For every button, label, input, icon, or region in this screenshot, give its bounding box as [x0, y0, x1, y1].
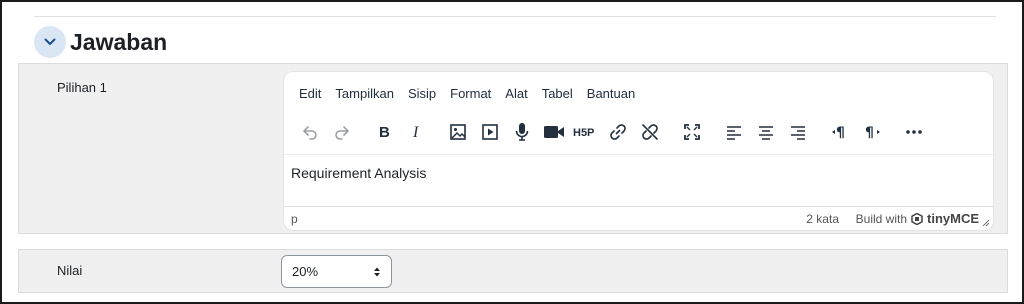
- choice-row: Pilihan 1 Edit Tampilkan Sisip Format Al…: [18, 63, 1008, 234]
- rtl-button[interactable]: ¶: [856, 118, 888, 146]
- menu-tools[interactable]: Alat: [498, 86, 534, 101]
- svg-text:B: B: [379, 124, 390, 141]
- more-horizontal-icon: [906, 130, 922, 134]
- align-right-icon: [791, 126, 805, 140]
- grade-row: Nilai 20%: [18, 249, 1008, 293]
- menu-table[interactable]: Tabel: [535, 86, 580, 101]
- element-path[interactable]: p: [291, 212, 298, 226]
- svg-text:¶: ¶: [836, 125, 845, 141]
- fullscreen-button[interactable]: [676, 118, 708, 146]
- italic-button[interactable]: I: [400, 118, 432, 146]
- align-left-icon: [727, 126, 741, 140]
- ltr-button[interactable]: ¶: [824, 118, 856, 146]
- insert-link-button[interactable]: [602, 118, 634, 146]
- grade-select[interactable]: 20%: [281, 255, 392, 288]
- video-camera-icon: [544, 126, 564, 138]
- svg-text:H5P: H5P: [573, 127, 594, 139]
- align-right-button[interactable]: [782, 118, 814, 146]
- editor-toolbar: B I H5P ¶ ¶: [294, 118, 930, 146]
- menu-edit[interactable]: Edit: [292, 86, 328, 101]
- align-center-icon: [759, 126, 773, 140]
- section-divider: [34, 16, 996, 17]
- section-title: Jawaban: [70, 28, 168, 55]
- collapse-section-button[interactable]: [34, 26, 66, 58]
- fullscreen-icon: [684, 124, 700, 140]
- h5p-button[interactable]: H5P: [570, 118, 602, 146]
- undo-button[interactable]: [294, 118, 326, 146]
- more-button[interactable]: [898, 118, 930, 146]
- resize-handle-icon[interactable]: [981, 218, 990, 227]
- image-icon: [450, 124, 466, 140]
- menu-format[interactable]: Format: [443, 86, 498, 101]
- bold-button[interactable]: B: [368, 118, 400, 146]
- editor-content-text[interactable]: Requirement Analysis: [291, 165, 426, 181]
- svg-text:I: I: [412, 124, 419, 141]
- menu-help[interactable]: Bantuan: [580, 86, 642, 101]
- tinymce-brand: tinyMCE: [927, 211, 979, 226]
- editor-content-area[interactable]: Requirement Analysis: [284, 154, 993, 208]
- insert-image-button[interactable]: [442, 118, 474, 146]
- italic-icon: I: [412, 124, 419, 141]
- editor-menubar: Edit Tampilkan Sisip Format Alat Tabel B…: [292, 86, 642, 101]
- section-header: Jawaban: [34, 24, 167, 60]
- select-updown-icon: [374, 267, 380, 277]
- rich-text-editor: Edit Tampilkan Sisip Format Alat Tabel B…: [283, 71, 994, 231]
- menu-view[interactable]: Tampilkan: [328, 86, 401, 101]
- menu-insert[interactable]: Sisip: [401, 86, 443, 101]
- tinymce-logo-icon: [911, 212, 923, 225]
- record-audio-button[interactable]: [506, 118, 538, 146]
- undo-icon: [303, 126, 317, 140]
- redo-button[interactable]: [326, 118, 358, 146]
- redo-icon: [335, 126, 349, 140]
- unlink-button[interactable]: [634, 118, 666, 146]
- align-center-button[interactable]: [750, 118, 782, 146]
- build-with-label: Build with: [855, 211, 907, 226]
- microphone-icon: [515, 123, 529, 141]
- link-icon: [610, 124, 626, 140]
- right-to-left-icon: ¶: [865, 125, 880, 141]
- word-count[interactable]: 2 kata: [806, 212, 839, 226]
- align-left-button[interactable]: [718, 118, 750, 146]
- media-play-icon: [482, 124, 498, 140]
- branding[interactable]: Build with tinyMCE: [856, 211, 979, 226]
- choice-label: Pilihan 1: [57, 80, 107, 95]
- insert-media-button[interactable]: [474, 118, 506, 146]
- h5p-icon: H5P: [573, 127, 594, 139]
- record-video-button[interactable]: [538, 118, 570, 146]
- unlink-icon: [642, 124, 658, 140]
- left-to-right-icon: ¶: [832, 125, 845, 141]
- svg-text:¶: ¶: [865, 125, 874, 141]
- chevron-down-icon: [44, 38, 56, 45]
- editor-statusbar: p 2 kata Build with tinyMCE: [284, 206, 993, 230]
- grade-label: Nilai: [57, 263, 83, 278]
- bold-icon: B: [379, 124, 390, 141]
- grade-select-value: 20%: [292, 264, 319, 279]
